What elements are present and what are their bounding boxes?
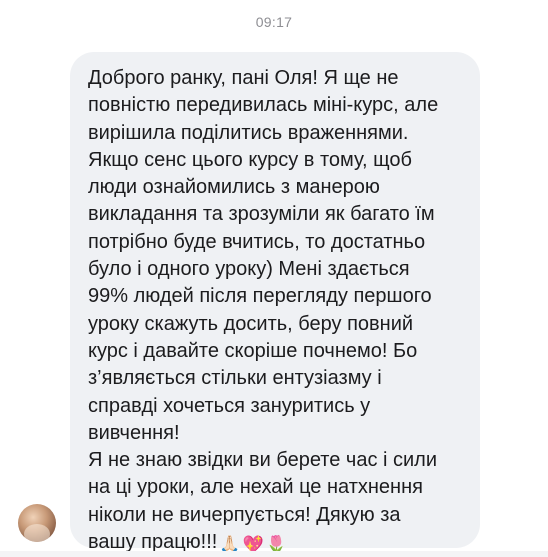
message-line: 99% людей після перегляду першого	[88, 285, 432, 308]
message-line: справді хочеться зануритись у	[88, 394, 371, 417]
message-line: викладання та зрозуміли як багато їм	[88, 203, 435, 226]
message-line: повністю передивилась міні-курс, але	[88, 94, 439, 117]
message-line: було і одного уроку) Мені здається	[88, 258, 410, 281]
message-line: вивчення!	[88, 421, 180, 444]
message-line: з’являється стільки ентузіазму і	[88, 367, 382, 390]
message-line: уроку скажуть досить, беру повний	[88, 312, 414, 335]
message-line: курс і давайте скоріше почнемо! Бо	[88, 339, 418, 362]
message-line: Я не знаю звідки ви берете час і сили	[88, 449, 438, 472]
message-line: ніколи не вичерпується! Дякую за	[88, 503, 401, 526]
message-line: на ці уроки, але нехай це натхнення	[88, 476, 423, 499]
message-line: люди ознайомились з манерою	[88, 176, 380, 199]
sender-avatar[interactable]	[18, 504, 56, 542]
composer-edge	[0, 551, 548, 557]
message-line: вирішила поділитись враженнями.	[88, 121, 409, 144]
message-line: потрібно буде вчитись, то достатньо	[88, 230, 426, 253]
message-line: Доброго ранку, пані Оля! Я ще не	[88, 67, 399, 89]
message-line: Якщо сенс цього курсу в тому, щоб	[88, 148, 412, 171]
message-line-text: вашу працю!!!	[88, 531, 218, 554]
incoming-message-bubble[interactable]: Доброго ранку, пані Оля! Я ще не повніст…	[70, 52, 480, 554]
message-timestamp: 09:17	[255, 14, 293, 30]
